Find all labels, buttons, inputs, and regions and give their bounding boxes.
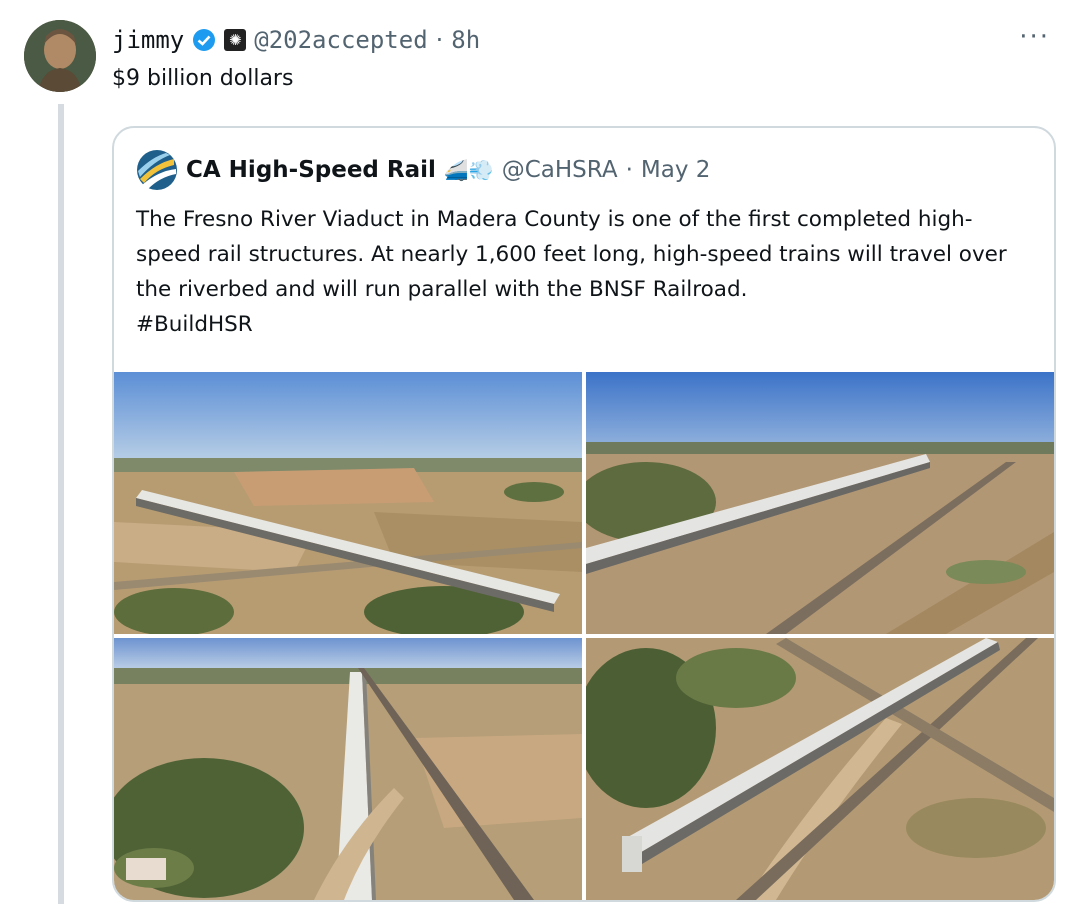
quoted-body: The Fresno River Viaduct in Madera Count… — [136, 207, 1007, 302]
quoted-date[interactable]: May 2 — [641, 157, 711, 183]
photo-3[interactable] — [114, 638, 582, 900]
more-options-icon[interactable]: ··· — [1019, 22, 1050, 52]
tweet-text: $9 billion dollars — [112, 66, 294, 91]
photo-grid — [114, 372, 1054, 900]
photo-1[interactable] — [114, 372, 582, 634]
train-emoji-icon: 🚄💨 — [443, 158, 494, 182]
verified-badge-icon — [193, 29, 216, 51]
tweet-header: jimmy ✺ @202accepted · 8h — [112, 22, 480, 58]
cahsra-logo-icon[interactable] — [136, 149, 178, 191]
timestamp[interactable]: 8h — [451, 26, 480, 54]
separator: · — [435, 26, 444, 54]
quoted-tweet[interactable]: CA High-Speed Rail 🚄💨 @CaHSRA · May 2 Th… — [112, 126, 1056, 902]
separator: · — [625, 157, 633, 183]
photo-2[interactable] — [586, 372, 1054, 634]
quoted-handle[interactable]: @CaHSRA — [502, 157, 618, 183]
avatar[interactable] — [24, 20, 96, 92]
display-name[interactable]: jimmy — [112, 26, 184, 54]
handle[interactable]: @202accepted — [254, 26, 427, 54]
affiliate-badge-icon: ✺ — [224, 29, 247, 51]
hashtag-link[interactable]: #BuildHSR — [136, 307, 1036, 342]
quoted-tweet-text: The Fresno River Viaduct in Madera Count… — [136, 202, 1036, 342]
quoted-tweet-header: CA High-Speed Rail 🚄💨 @CaHSRA · May 2 — [136, 148, 710, 192]
quoted-display-name[interactable]: CA High-Speed Rail — [186, 157, 436, 183]
photo-4[interactable] — [586, 638, 1054, 900]
thread-line — [58, 104, 64, 904]
